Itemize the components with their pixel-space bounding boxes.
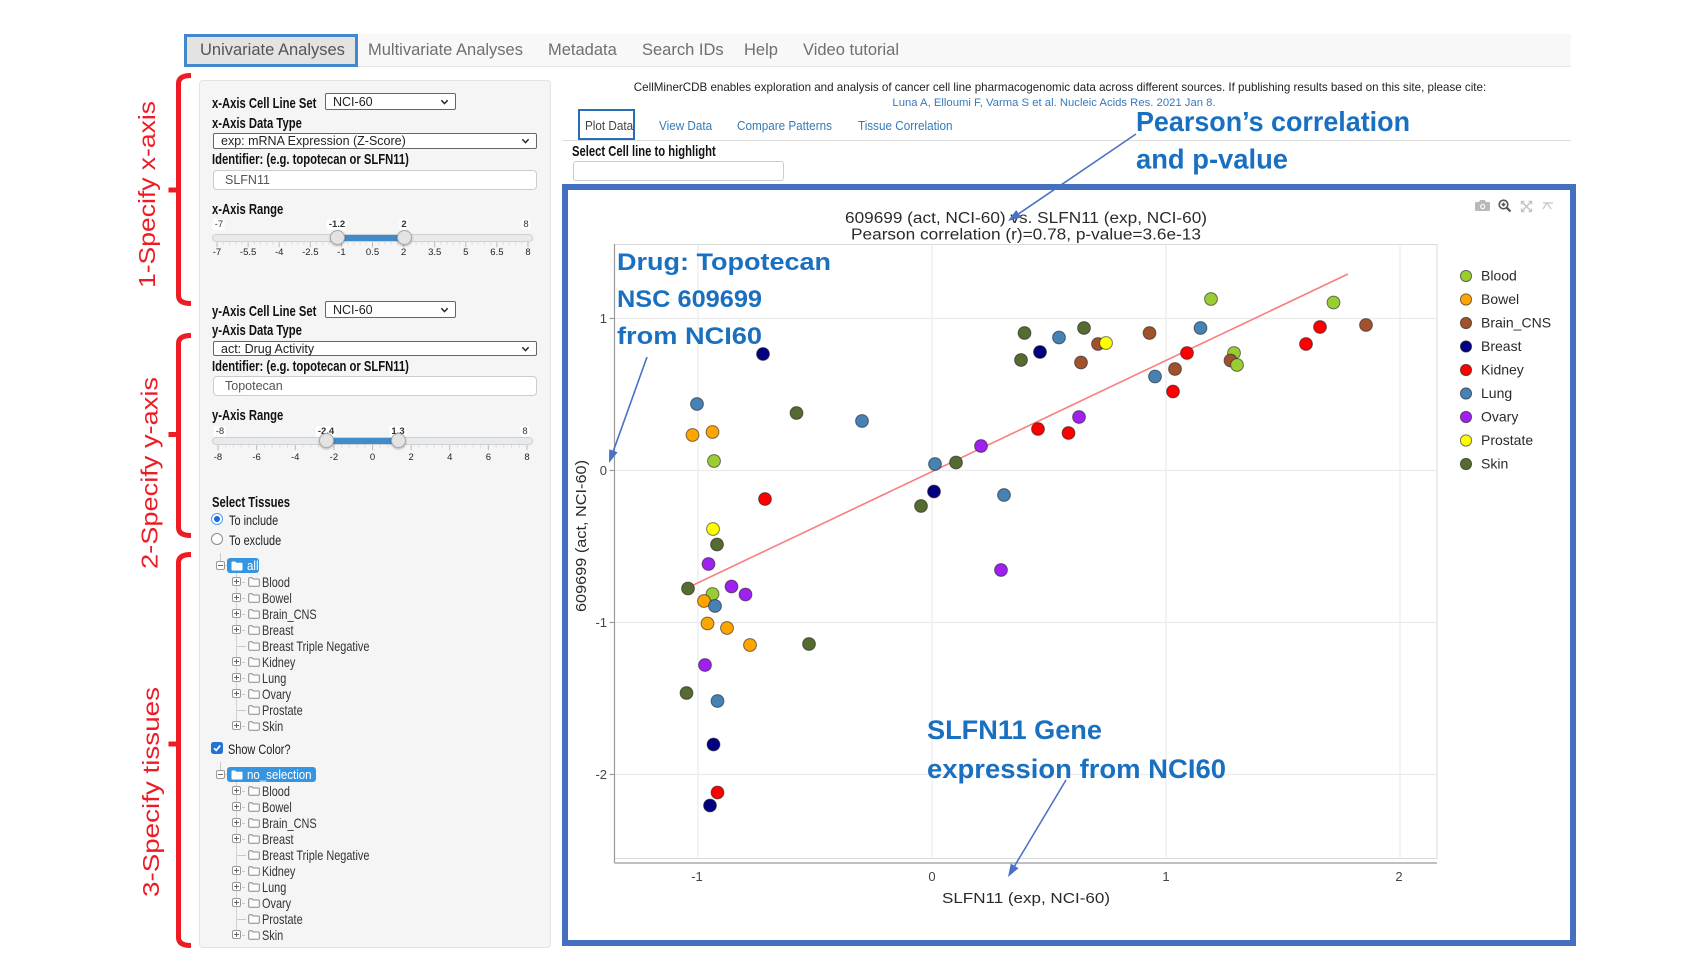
svg-text:1-Specify x-axis: 1-Specify x-axis (134, 101, 160, 288)
svg-text:Lung: Lung (1481, 385, 1512, 401)
svg-text:609699 (act, NCI-60): 609699 (act, NCI-60) (574, 460, 590, 612)
svg-text:SLFN11 (exp, NCI-60): SLFN11 (exp, NCI-60) (942, 891, 1110, 907)
svg-text:Prostate: Prostate (1481, 432, 1533, 448)
svg-text:Breast: Breast (1481, 338, 1522, 354)
svg-text:Blood: Blood (1481, 268, 1517, 284)
svg-text:Kidney: Kidney (1481, 362, 1524, 378)
svg-text:609699 (act, NCI-60) vs. SLFN1: 609699 (act, NCI-60) vs. SLFN11 (exp, NC… (845, 210, 1207, 227)
svg-text:0: 0 (600, 463, 607, 478)
svg-text:2: 2 (1395, 869, 1402, 884)
svg-text:Pearson correlation (r)=0.78,: Pearson correlation (r)=0.78, p-value=3.… (851, 227, 1201, 244)
svg-text:Ovary: Ovary (1481, 409, 1518, 425)
svg-text:1: 1 (600, 311, 607, 326)
svg-text:-1: -1 (691, 869, 703, 884)
svg-text:2-Specify y-axis: 2-Specify y-axis (137, 377, 163, 569)
svg-text:Brain_CNS: Brain_CNS (1481, 315, 1551, 331)
svg-text:Skin: Skin (1481, 456, 1508, 472)
svg-text:3-Specify tissues: 3-Specify tissues (138, 687, 164, 897)
svg-text:Bowel: Bowel (1481, 291, 1519, 307)
svg-text:0: 0 (928, 869, 935, 884)
svg-text:-1: -1 (595, 615, 607, 630)
svg-text:Pearson’s correlation: Pearson’s correlation (1136, 106, 1410, 137)
svg-text:-2: -2 (595, 767, 607, 782)
svg-text:and p-value: and p-value (1136, 144, 1288, 175)
svg-text:1: 1 (1162, 869, 1169, 884)
